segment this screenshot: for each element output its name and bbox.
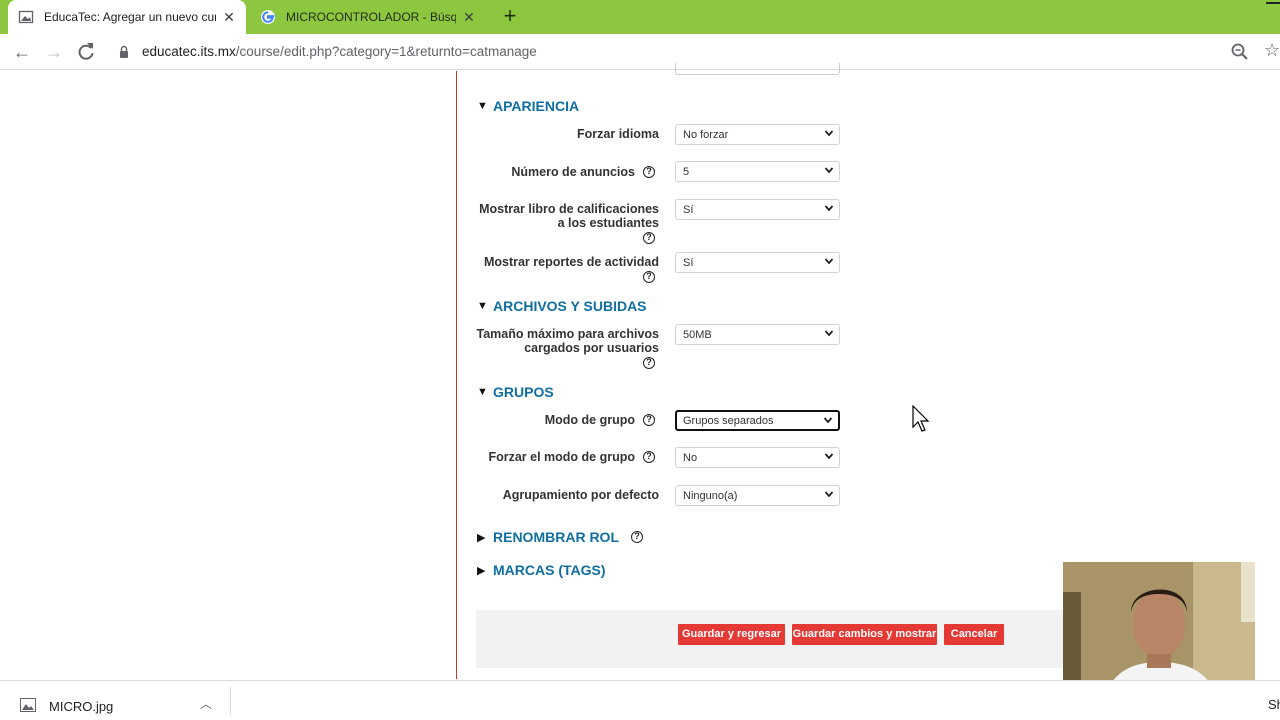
section-marcas-header[interactable]: ▶ MARCAS (TAGS)	[477, 562, 606, 578]
label-tamano-maximo: Tamaño máximo para archivos cargados por…	[476, 327, 659, 355]
label-libro-calificaciones: Mostrar libro de calificaciones a los es…	[479, 202, 659, 230]
section-apariencia-header[interactable]: ▼ APARIENCIA	[477, 98, 579, 114]
new-tab-button[interactable]: +	[498, 5, 522, 29]
section-title: ARCHIVOS Y SUBIDAS	[493, 298, 647, 314]
close-tab-icon[interactable]: ✕	[222, 9, 236, 26]
previous-field-select[interactable]	[675, 63, 840, 75]
chevron-up-icon[interactable]: ︿	[200, 695, 212, 712]
select-value: Grupos separados	[683, 415, 774, 427]
help-icon[interactable]: ?	[643, 232, 655, 244]
section-title: MARCAS (TAGS)	[493, 562, 606, 578]
help-icon[interactable]: ?	[643, 166, 655, 178]
expand-triangle-icon: ▶	[477, 564, 486, 577]
select-value: No forzar	[683, 129, 729, 141]
chevron-down-icon	[824, 167, 834, 174]
select-tamano-maximo[interactable]: 50MB	[675, 324, 840, 345]
forward-arrow-icon[interactable]: →	[42, 40, 66, 64]
select-value: No	[683, 452, 698, 464]
select-reportes-actividad[interactable]: Sí	[675, 252, 840, 273]
collapse-triangle-icon: ▼	[477, 386, 488, 398]
help-icon[interactable]: ?	[631, 531, 643, 543]
select-modo-grupo[interactable]: Grupos separados	[675, 410, 840, 431]
label-modo-grupo: Modo de grupo	[544, 413, 635, 427]
chevron-down-icon	[823, 417, 833, 424]
image-file-icon	[20, 698, 36, 712]
tab-strip: EducaTec: Agregar un nuevo curso ✕ MICRO…	[0, 0, 1280, 34]
tab-educatec[interactable]: EducaTec: Agregar un nuevo curso ✕	[8, 0, 246, 34]
download-filename[interactable]: MICRO.jpg	[49, 699, 113, 714]
expand-triangle-icon: ▶	[477, 531, 486, 544]
page-icon	[18, 10, 34, 24]
select-value: Ninguno(a)	[683, 490, 738, 502]
reload-icon[interactable]	[74, 40, 98, 64]
collapse-triangle-icon: ▼	[477, 300, 488, 312]
select-value: 5	[683, 166, 690, 178]
google-icon	[261, 10, 275, 24]
content-divider	[456, 71, 457, 679]
chevron-down-icon	[824, 453, 834, 460]
browser-toolbar: ← → educatec.its.mx/course/edit.php?cate…	[0, 34, 1280, 70]
chevron-down-icon	[824, 258, 834, 265]
address-bar[interactable]: educatec.its.mx/course/edit.php?category…	[142, 44, 537, 59]
cancel-button[interactable]: Cancelar	[944, 624, 1004, 645]
help-icon[interactable]: ?	[643, 357, 655, 369]
select-libro-calificaciones[interactable]: Sí	[675, 199, 840, 220]
chevron-down-icon	[824, 205, 834, 212]
section-grupos-header[interactable]: ▼ GRUPOS	[477, 384, 554, 400]
help-icon[interactable]: ?	[643, 414, 655, 426]
select-value: 50MB	[683, 329, 712, 341]
tab-google-search[interactable]: MICROCONTROLADOR - Búsqueda de Google ✕	[250, 0, 486, 34]
section-title: RENOMBRAR ROL	[493, 529, 619, 545]
zoom-icon[interactable]	[1230, 42, 1250, 62]
download-bar: MICRO.jpg ︿ Sh	[0, 680, 1280, 720]
help-icon[interactable]: ?	[643, 451, 655, 463]
section-renombrar-rol-header[interactable]: ▶ RENOMBRAR ROL ?	[477, 529, 643, 545]
select-agrupamiento[interactable]: Ninguno(a)	[675, 485, 840, 506]
chevron-down-icon	[824, 330, 834, 337]
select-forzar-idioma[interactable]: No forzar	[675, 124, 840, 145]
lock-icon[interactable]	[119, 45, 129, 58]
close-tab-icon[interactable]: ✕	[462, 9, 476, 26]
tab-title: EducaTec: Agregar un nuevo curso	[44, 10, 216, 24]
section-title: GRUPOS	[493, 384, 554, 400]
label-reportes-actividad: Mostrar reportes de actividad	[483, 255, 659, 269]
save-return-button[interactable]: Guardar y regresar	[678, 624, 785, 645]
show-all-downloads-link[interactable]: Sh	[1268, 697, 1280, 712]
back-arrow-icon[interactable]: ←	[10, 40, 34, 64]
save-show-button[interactable]: Guardar cambios y mostrar	[792, 624, 937, 645]
tab-title: MICROCONTROLADOR - Búsqueda de Google	[286, 10, 456, 24]
select-forzar-modo-grupo[interactable]: No	[675, 447, 840, 468]
chevron-down-icon	[824, 130, 834, 137]
download-separator	[230, 687, 231, 715]
collapse-triangle-icon: ▼	[477, 100, 488, 112]
select-value: Sí	[683, 257, 694, 269]
url-path: /course/edit.php?category=1&returnto=cat…	[235, 44, 537, 59]
mouse-cursor-icon	[912, 405, 930, 432]
label-numero-anuncios: Número de anuncios	[511, 165, 635, 179]
label-forzar-modo-grupo: Forzar el modo de grupo	[488, 450, 635, 464]
select-value: Sí	[683, 204, 694, 216]
minimize-window-icon[interactable]	[1266, 0, 1280, 4]
section-archivos-header[interactable]: ▼ ARCHIVOS Y SUBIDAS	[477, 298, 647, 314]
label-forzar-idioma: Forzar idioma	[577, 127, 659, 141]
chevron-down-icon	[824, 491, 834, 498]
section-title: APARIENCIA	[493, 98, 580, 114]
label-agrupamiento: Agrupamiento por defecto	[502, 488, 659, 502]
url-host: educatec.its.mx	[142, 44, 236, 59]
bookmark-star-icon[interactable]: ☆	[1264, 40, 1280, 61]
help-icon[interactable]: ?	[643, 271, 655, 283]
select-numero-anuncios[interactable]: 5	[675, 161, 840, 182]
